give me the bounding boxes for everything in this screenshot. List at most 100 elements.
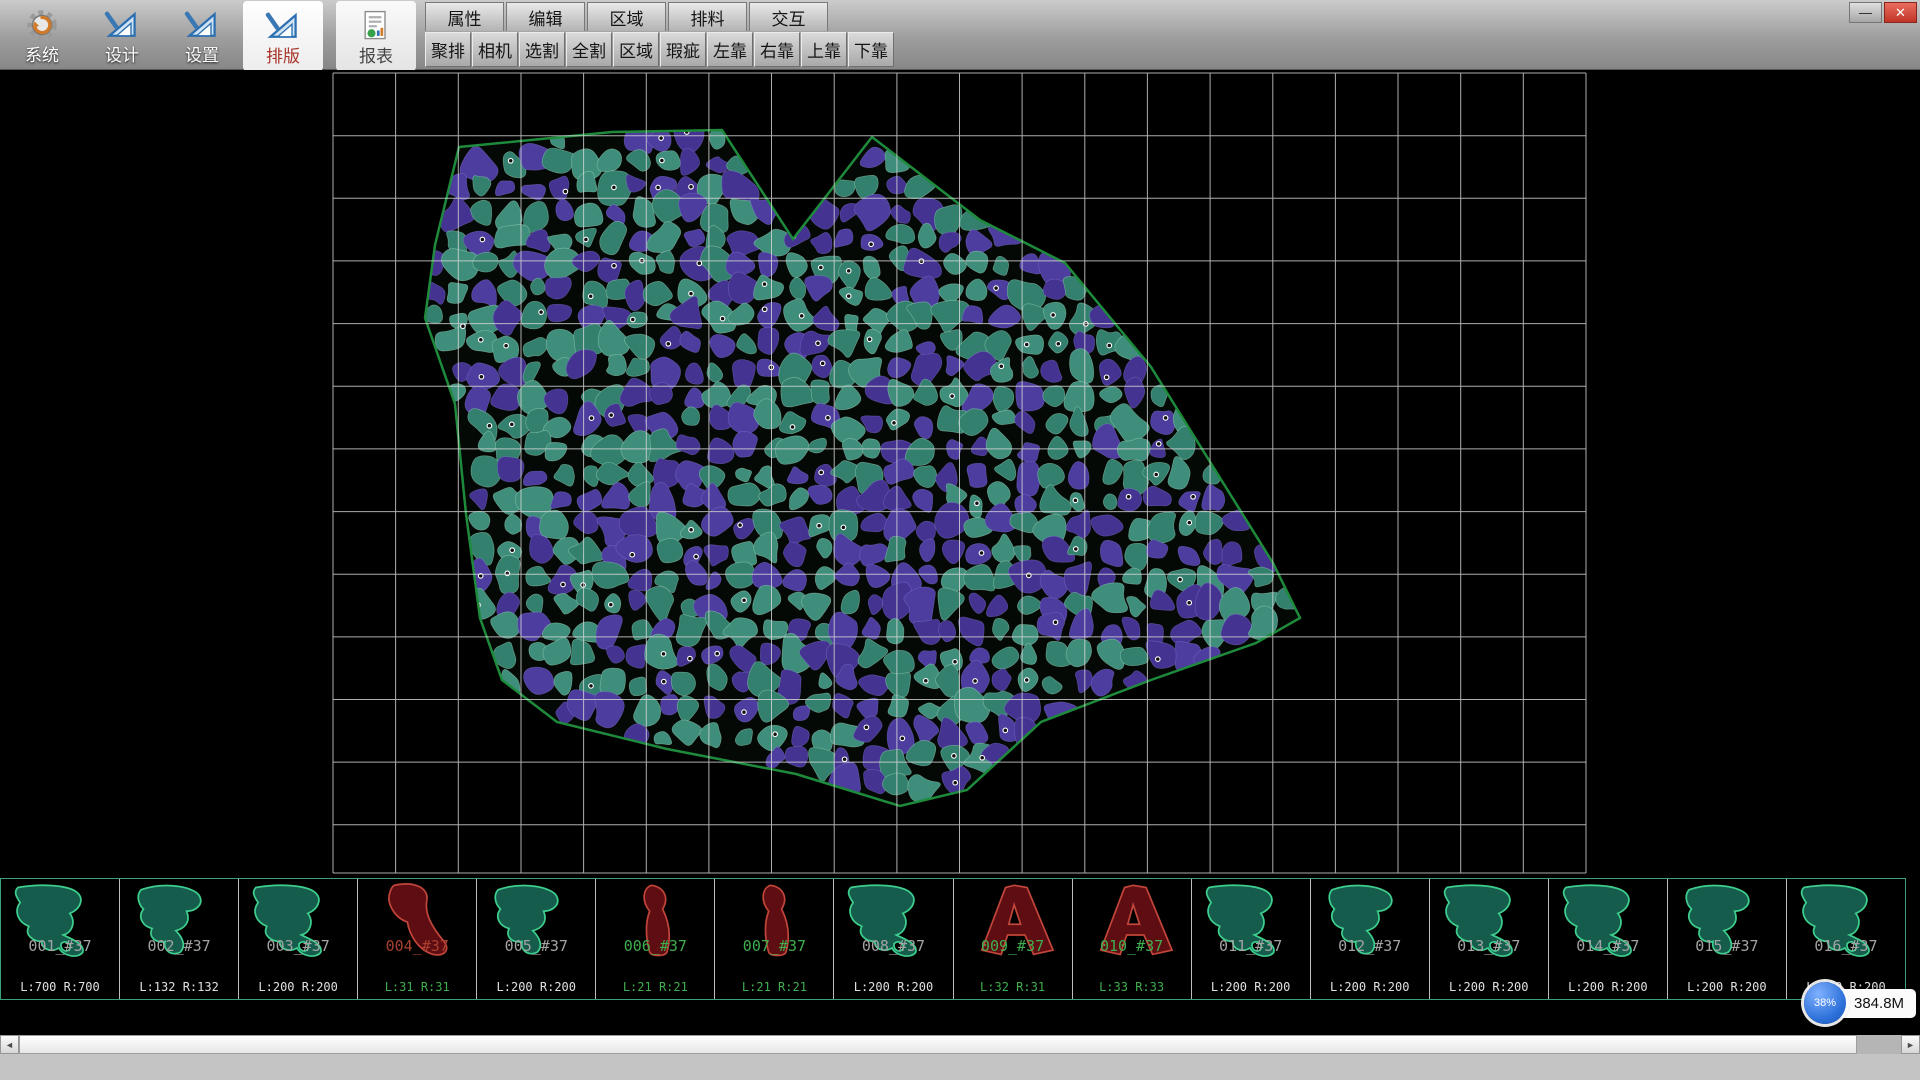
window-controls: — ✕: [1849, 2, 1917, 23]
memory-label: 384.8M: [1836, 989, 1916, 1018]
piece-id-label: 013_#37: [1430, 937, 1548, 955]
thumbnail-tile-3[interactable]: 003_#37 L:200 R:200: [239, 879, 358, 999]
thumbnail-tile-7[interactable]: 007_#37L:21 R:21: [715, 879, 834, 999]
action-align-left[interactable]: 左靠: [707, 32, 753, 67]
piece-lr-label: L:200 R:200: [239, 980, 357, 994]
piece-shape: [1434, 881, 1542, 989]
piece-shape: [1077, 881, 1185, 989]
toolbar-nesting-label: 排版: [266, 47, 300, 67]
piece-lr-label: L:200 R:200: [1549, 980, 1667, 994]
piece-shape: [719, 881, 827, 989]
scrollbar-track[interactable]: [1857, 1035, 1901, 1054]
toolbar-design-button[interactable]: 设计: [82, 0, 162, 70]
piece-lr-label: L:200 R:200: [1311, 980, 1429, 994]
piece-shape: [5, 881, 113, 989]
toolbar-design-label: 设计: [105, 46, 139, 66]
piece-lr-label: L:32 R:31: [954, 980, 1072, 994]
thumbnail-tile-8[interactable]: 008_#37L:200 R:200: [834, 879, 953, 999]
design-ruler-icon: [103, 4, 141, 46]
menu-actions: 聚排相机选割全割区域瑕疵左靠右靠上靠下靠: [425, 31, 895, 68]
action-align-right[interactable]: 右靠: [754, 32, 800, 67]
piece-id-label: 015_#37: [1668, 937, 1786, 955]
scrollbar-thumb[interactable]: [19, 1035, 1857, 1054]
piece-lr-label: L:200 R:200: [834, 980, 952, 994]
toolbar-settings-button[interactable]: 设置: [162, 0, 242, 70]
thumbnail-tile-15[interactable]: 015_#37 L:200 R:200: [1668, 879, 1787, 999]
tab-material[interactable]: 排料: [668, 2, 747, 31]
piece-lr-label: L:200 R:200: [1668, 980, 1786, 994]
app-window: 系统 设计: [0, 0, 1920, 1080]
action-camera[interactable]: 相机: [472, 32, 518, 67]
piece-id-label: 016_#37: [1787, 937, 1905, 955]
thumbnail-tile-12[interactable]: 012_#37 L:200 R:200: [1311, 879, 1430, 999]
piece-lr-label: L:21 R:21: [715, 980, 833, 994]
memory-status: 38% 384.8M: [1804, 982, 1916, 1024]
action-select-cut[interactable]: 选割: [519, 32, 565, 67]
thumbnail-tile-14[interactable]: 014_#37 L:200 R:200: [1549, 879, 1668, 999]
action-cluster-nest[interactable]: 聚排: [425, 32, 471, 67]
scroll-left-arrow[interactable]: ◄: [0, 1035, 19, 1054]
close-button[interactable]: ✕: [1884, 2, 1917, 23]
tab-interaction[interactable]: 交互: [749, 2, 828, 31]
piece-lr-label: L:132 R:132: [120, 980, 238, 994]
action-region[interactable]: 区域: [613, 32, 659, 67]
toolbar-settings-label: 设置: [185, 46, 219, 66]
minimize-button[interactable]: —: [1849, 2, 1882, 23]
action-align-top[interactable]: 上靠: [801, 32, 847, 67]
piece-id-label: 004_#37: [358, 937, 476, 955]
piece-shape: [1196, 881, 1304, 989]
piece-shape: [1315, 881, 1423, 989]
piece-lr-label: L:200 R:200: [477, 980, 595, 994]
piece-shape: [1791, 881, 1899, 989]
action-defect[interactable]: 瑕疵: [660, 32, 706, 67]
thumbnail-tile-11[interactable]: 011_#37L:200 R:200: [1192, 879, 1311, 999]
bottom-strip: [0, 1054, 1920, 1080]
tab-region[interactable]: 区域: [587, 2, 666, 31]
piece-id-label: 012_#37: [1311, 937, 1429, 955]
toolbar-report-button[interactable]: 报表: [336, 1, 416, 71]
thumbnail-tile-6[interactable]: 006_#37 L:21 R:21: [596, 879, 715, 999]
piece-shape: [1672, 881, 1780, 989]
tab-edit[interactable]: 编辑: [506, 2, 585, 31]
action-cut-all[interactable]: 全割: [566, 32, 612, 67]
piece-lr-label: L:200 R:200: [1430, 980, 1548, 994]
toolbar-nesting-button[interactable]: 排版: [243, 1, 323, 71]
menu-block: 属性编辑区域排料交互 聚排相机选割全割区域瑕疵左靠右靠上靠下靠: [425, 0, 895, 68]
action-align-bottom[interactable]: 下靠: [848, 32, 894, 67]
piece-shape: [838, 881, 946, 989]
toolbar-report-label: 报表: [359, 47, 393, 67]
thumbnail-tile-10[interactable]: 010_#37 L:33 R:33: [1073, 879, 1192, 999]
thumbnail-tile-13[interactable]: 013_#37 L:200 R:200: [1430, 879, 1549, 999]
toolbar-system-label: 系统: [25, 46, 59, 66]
piece-id-label: 005_#37: [477, 937, 595, 955]
piece-shape: [600, 881, 708, 989]
piece-id-label: 011_#37: [1192, 937, 1310, 955]
report-document-icon: [358, 5, 394, 47]
piece-id-label: 014_#37: [1549, 937, 1667, 955]
piece-lr-label: L:21 R:21: [596, 980, 714, 994]
piece-id-label: 003_#37: [239, 937, 357, 955]
thumbnail-tile-4[interactable]: 004_#37L:31 R:31: [358, 879, 477, 999]
nesting-svg[interactable]: [0, 70, 1920, 878]
thumbnail-tile-16[interactable]: 016_#37L:200 R:200: [1787, 879, 1905, 999]
tab-properties[interactable]: 属性: [425, 2, 504, 31]
piece-lr-label: L:700 R:700: [1, 980, 119, 994]
settings-ruler-icon: [183, 4, 221, 46]
toolbar-system-button[interactable]: 系统: [2, 0, 82, 70]
piece-shape: [362, 881, 470, 989]
piece-lr-label: L:33 R:33: [1073, 980, 1191, 994]
thumbnail-tile-2[interactable]: 002_#37 L:132 R:132: [120, 879, 239, 999]
nesting-canvas[interactable]: [0, 70, 1920, 878]
horizontal-scrollbar[interactable]: ◄ ►: [0, 1035, 1920, 1054]
piece-thumbnails: 001_#37L:700 R:700002_#37L:132 R:132003_…: [0, 878, 1906, 1000]
piece-shape: [124, 881, 232, 989]
progress-circle: 38%: [1804, 982, 1846, 1024]
thumbnail-tile-5[interactable]: 005_#37 L:200 R:200: [477, 879, 596, 999]
thumbnail-tile-1[interactable]: 001_#37L:700 R:700: [1, 879, 120, 999]
piece-id-label: 010_#37: [1073, 937, 1191, 955]
piece-id-label: 006_#37: [596, 937, 714, 955]
piece-id-label: 002_#37: [120, 937, 238, 955]
scroll-right-arrow[interactable]: ►: [1901, 1035, 1920, 1054]
thumbnail-tile-9[interactable]: 009_#37L:32 R:31: [954, 879, 1073, 999]
piece-shape: [1553, 881, 1661, 989]
